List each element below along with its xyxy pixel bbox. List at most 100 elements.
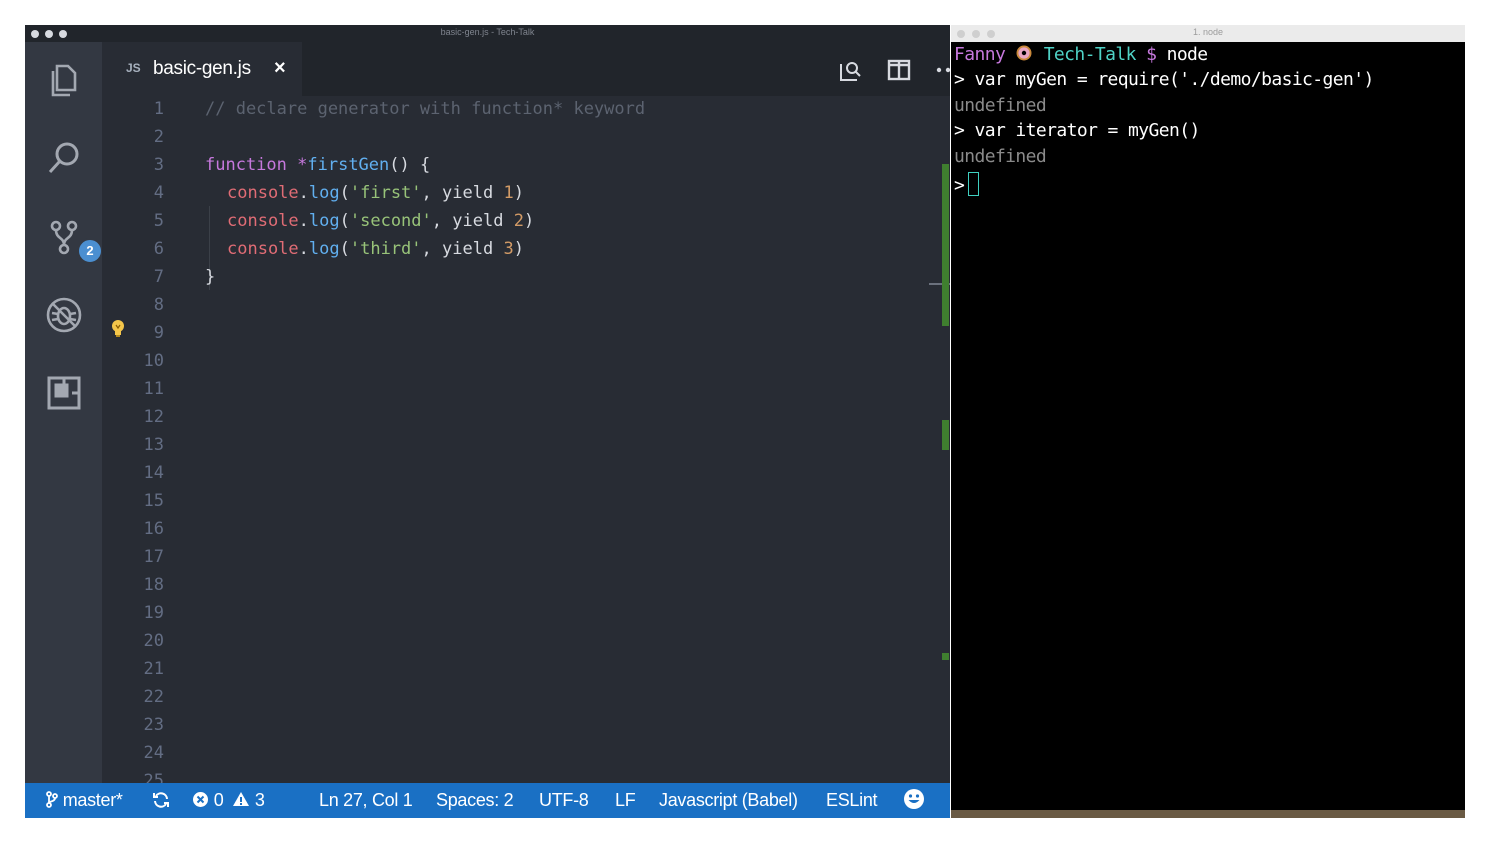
code-editor[interactable]: 1 2 3 4 5 6 7 8 9 10 11 12 13 14 15 16 1… — [102, 96, 950, 783]
source-control-icon[interactable]: 2 — [39, 212, 103, 264]
line-ending-setting[interactable]: LF — [615, 790, 636, 811]
number-token: 1 — [503, 183, 514, 203]
cursor-position[interactable]: Ln 27, Col 1 — [319, 790, 413, 811]
window-title: basic-gen.js - Tech-Talk — [440, 27, 535, 37]
close-brace-token: } — [205, 267, 216, 287]
string-token: 'first' — [349, 183, 422, 203]
close-icon[interactable]: × — [274, 57, 286, 80]
line-number: 7 — [153, 267, 164, 287]
yield-token: yield — [442, 183, 494, 203]
code-line-6: console.log('third', yield 3) — [227, 239, 524, 259]
git-branch-label: master* — [62, 790, 123, 810]
split-editor-icon[interactable] — [885, 56, 913, 84]
code-line-1: // declare generator with function* keyw… — [205, 99, 645, 119]
line-number: 19 — [143, 603, 164, 623]
scm-changes-badge: 2 — [77, 238, 103, 264]
git-change-marker — [942, 420, 949, 450]
line-number: 10 — [143, 351, 164, 371]
git-change-marker — [942, 653, 949, 660]
line-number: 16 — [143, 519, 164, 539]
indentation-setting[interactable]: Spaces: 2 — [436, 790, 514, 811]
vscode-titlebar: basic-gen.js - Tech-Talk — [25, 25, 950, 42]
dot-token: . — [298, 183, 309, 203]
prompt-user: Fanny — [954, 44, 1006, 65]
js-file-icon: JS — [126, 61, 141, 75]
tab-basic-gen-js[interactable]: JS basic-gen.js × — [102, 42, 302, 96]
problems-item[interactable]: 0 3 — [192, 790, 265, 811]
feedback-smiley-icon[interactable] — [903, 788, 925, 815]
comment-token: // declare generator with function* keyw… — [205, 99, 646, 119]
search-icon[interactable] — [39, 133, 89, 183]
string-token: 'third' — [349, 239, 422, 259]
code-line-4: console.log('first', yield 1) — [227, 183, 524, 203]
console-token: console — [227, 183, 299, 203]
git-branch-icon — [46, 790, 63, 810]
dot-token: . — [298, 211, 309, 231]
line-number: 12 — [143, 407, 164, 427]
line-number: 15 — [143, 491, 164, 511]
explorer-icon[interactable] — [39, 55, 89, 105]
editor-tab-bar: JS basic-gen.js × — [102, 42, 950, 96]
extensions-icon[interactable] — [39, 368, 89, 418]
punctuation-token: () { — [389, 155, 431, 175]
code-line-5: console.log('second', yield 2) — [227, 211, 535, 231]
line-number: 1 — [153, 99, 164, 119]
git-branch-item[interactable]: master* — [46, 790, 123, 811]
log-token: log — [308, 239, 340, 259]
eslint-status[interactable]: ESLint — [826, 790, 878, 811]
line-number: 23 — [143, 715, 164, 735]
line-number: 17 — [143, 547, 164, 567]
open-preview-icon[interactable] — [836, 56, 864, 84]
warning-count: 3 — [254, 790, 265, 810]
number-token: 3 — [503, 239, 514, 259]
number-token: 2 — [513, 211, 524, 231]
terminal-title: 1. node — [1192, 27, 1224, 37]
encoding-setting[interactable]: UTF-8 — [539, 790, 589, 811]
yield-token: yield — [452, 211, 504, 231]
debug-icon[interactable] — [39, 290, 89, 340]
line-number: 14 — [143, 463, 164, 483]
log-token: log — [308, 183, 340, 203]
terminal-prompt-line: Fanny Tech-Talk $ node — [954, 44, 1208, 65]
error-icon — [192, 790, 214, 810]
console-token: console — [227, 239, 299, 259]
line-number: 4 — [153, 183, 164, 203]
terminal-current-prompt[interactable]: > — [954, 172, 980, 196]
vscode-window: basic-gen.js - Tech-Talk 2 JS basic-gen.… — [25, 25, 950, 818]
terminal-cursor — [968, 172, 980, 196]
terminal-window[interactable]: 1. node Fanny Tech-Talk $ node > var myG… — [951, 25, 1465, 818]
status-bar: master* 0 3 Ln 27, Col 1 Spaces: 2 UTF-8… — [25, 783, 950, 818]
line-number: 3 — [153, 155, 164, 175]
prompt-command: node — [1166, 44, 1209, 65]
terminal-input-line: > var iterator = myGen() — [954, 120, 1200, 141]
error-count: 0 — [213, 790, 224, 810]
desktop-background-strip — [951, 810, 1465, 818]
line-number: 13 — [143, 435, 164, 455]
code-line-3: function *firstGen() { — [205, 155, 430, 175]
sync-icon[interactable] — [152, 790, 170, 811]
line-number: 21 — [143, 659, 164, 679]
line-number: 11 — [143, 379, 164, 399]
terminal-titlebar: 1. node — [951, 25, 1465, 42]
function-name-token: firstGen — [307, 155, 390, 175]
line-number: 18 — [143, 575, 164, 595]
line-number: 2 — [153, 127, 164, 147]
keyword-token: function — [205, 155, 287, 175]
prompt-directory: Tech-Talk — [1043, 44, 1137, 65]
yield-token: yield — [442, 239, 494, 259]
line-number: 8 — [153, 295, 164, 315]
line-number: 24 — [143, 743, 164, 763]
terminal-output-line: undefined — [954, 146, 1047, 167]
line-number: 5 — [153, 211, 164, 231]
generator-star-token: * — [286, 155, 308, 175]
warning-icon — [232, 790, 255, 810]
more-actions-icon[interactable] — [934, 56, 950, 84]
line-number: 22 — [143, 687, 164, 707]
line-number: 25 — [143, 771, 164, 783]
donut-emoji-icon — [1015, 44, 1033, 65]
prompt-dollar: $ — [1146, 44, 1157, 65]
dot-token: . — [298, 239, 309, 259]
activity-bar: 2 — [25, 42, 103, 783]
code-line-7: } — [205, 267, 215, 287]
language-mode[interactable]: Javascript (Babel) — [659, 790, 798, 811]
